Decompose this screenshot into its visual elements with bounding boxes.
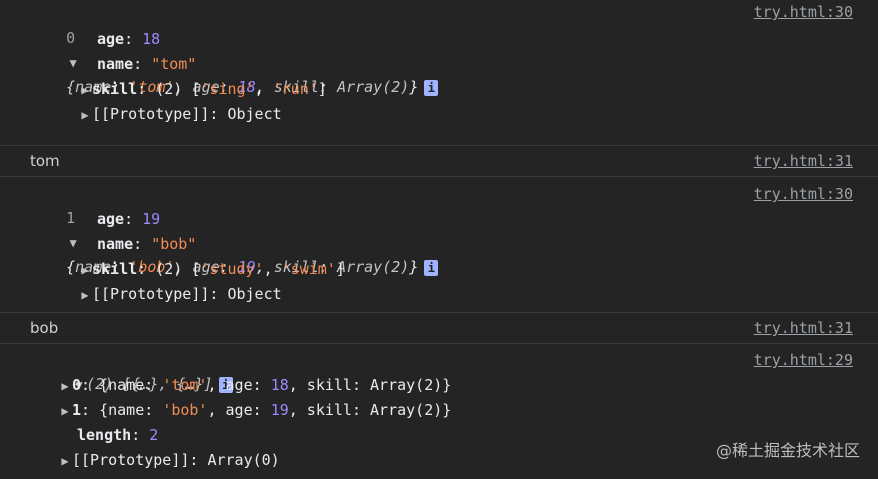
source-link[interactable]: try.html:30 [754, 0, 853, 24]
prop-name: name: "tom" [97, 55, 197, 73]
array-item-1[interactable]: ▶ 1: {name: 'bob', age: 19, skill: Array(… [58, 398, 451, 422]
prop-skill[interactable]: ▶ skill: (2) ['study', 'swim'] [78, 257, 345, 281]
array-length: length: 2 [77, 426, 159, 444]
source-link[interactable]: try.html:29 [754, 348, 853, 372]
collapse-arrow-icon[interactable]: ▶ [58, 399, 72, 423]
log-text: bob [30, 319, 59, 337]
console-entry-0: 0 ▼ {name: 'tom', age: 18, skill: Array(… [0, 0, 878, 146]
index-label: 0 [66, 29, 76, 47]
prop-age: age: 18 [97, 30, 161, 48]
info-icon[interactable]: i [424, 79, 439, 96]
array-prototype[interactable]: ▶ [[Prototype]]: Array(0) [58, 448, 279, 473]
prop-name: name: "bob" [97, 235, 197, 253]
prop-age: age: 19 [97, 210, 161, 228]
log-text: tom [30, 152, 60, 170]
console-entry-1: 1 ▼ {name: 'bob', age: 19, skill: Array(… [0, 177, 878, 313]
watermark: @稀土掘金技术社区 [715, 441, 860, 460]
array-header[interactable]: ▼ (2) [{…}, {…}] i [36, 348, 233, 393]
collapse-arrow-icon[interactable]: ▶ [78, 103, 92, 127]
index-label: 1 [66, 209, 76, 227]
console-log-tom: tom try.html:31 [0, 146, 878, 177]
array-item-0[interactable]: ▶ 0: {name: 'tom', age: 18, skill: Array(… [58, 373, 451, 397]
console-log-bob: bob try.html:31 [0, 313, 878, 344]
collapse-arrow-icon[interactable]: ▶ [78, 78, 92, 102]
expand-arrow-icon[interactable]: ▼ [66, 51, 80, 75]
prop-prototype[interactable]: ▶ [[Prototype]]: Object [78, 282, 281, 307]
source-link[interactable]: try.html:31 [754, 316, 853, 340]
source-link[interactable]: try.html:31 [754, 149, 853, 173]
source-link[interactable]: try.html:30 [754, 182, 853, 206]
object-header[interactable]: 1 ▼ {name: 'bob', age: 19, skill: Array(… [30, 182, 439, 276]
collapse-arrow-icon[interactable]: ▶ [58, 374, 72, 398]
collapse-arrow-icon[interactable]: ▶ [78, 283, 92, 307]
prop-skill[interactable]: ▶ skill: (2) ['sing', 'run'] [78, 77, 326, 102]
collapse-arrow-icon[interactable]: ▶ [78, 258, 92, 282]
collapse-arrow-icon[interactable]: ▶ [58, 449, 72, 473]
prop-prototype[interactable]: ▶ [[Prototype]]: Object [78, 102, 281, 127]
info-icon[interactable]: i [424, 259, 439, 276]
object-header[interactable]: 0 ▼ {name: 'tom', age: 18, skill: Array(… [30, 2, 439, 96]
expand-arrow-icon[interactable]: ▼ [66, 231, 80, 255]
